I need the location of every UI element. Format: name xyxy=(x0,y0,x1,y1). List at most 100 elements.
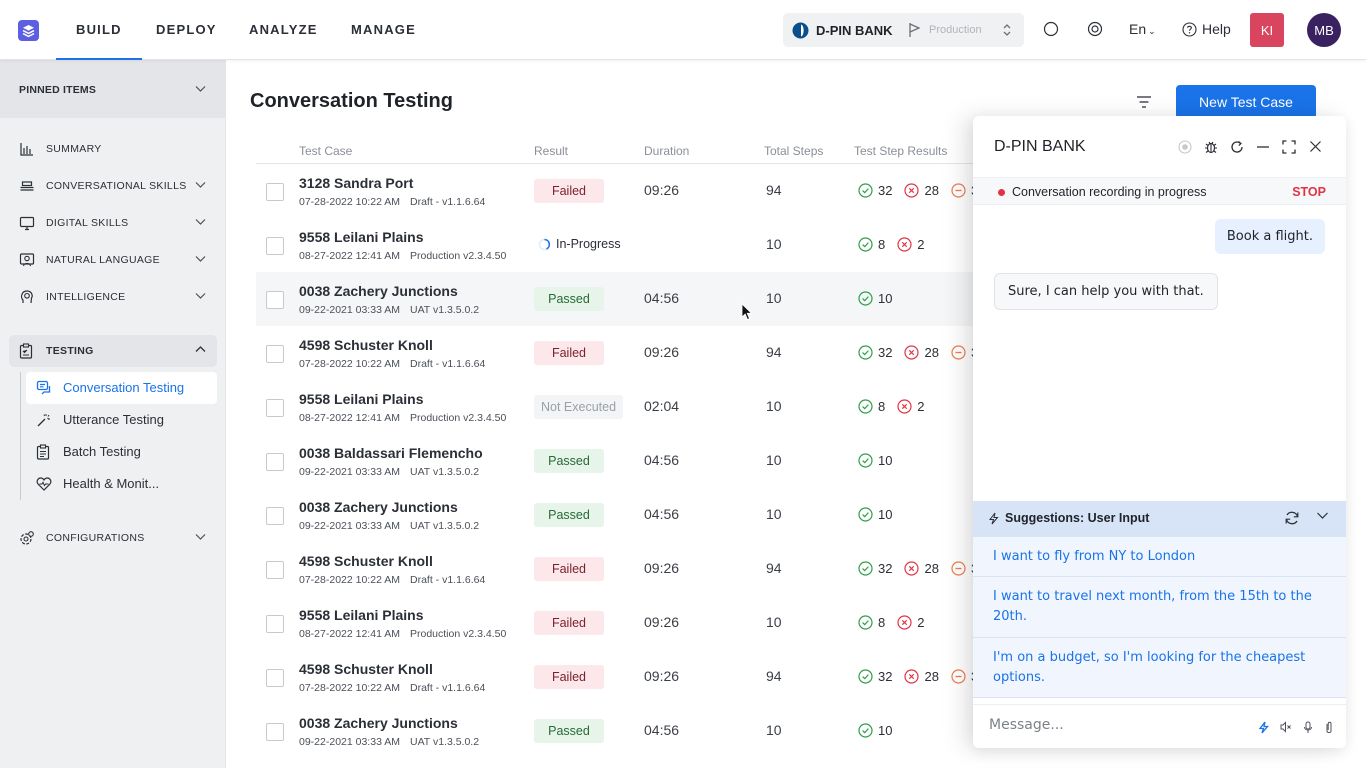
workspace-badge[interactable]: KI xyxy=(1250,13,1284,47)
test-case-name[interactable]: 0038 Zachery Junctions xyxy=(299,283,458,299)
attachment-icon[interactable] xyxy=(1325,721,1333,734)
sidebar-subitem-conversation-testing[interactable]: Conversation Testing xyxy=(26,372,217,404)
column-header-test-step-results[interactable]: Test Step Results xyxy=(854,144,947,158)
question-circle-icon xyxy=(1182,21,1197,37)
sidebar-subitem-health-monitoring[interactable]: Health & Monit... xyxy=(26,468,217,500)
suggestion-item[interactable]: I want to travel next month, from the 15… xyxy=(973,577,1346,638)
table-row[interactable]: 3128 Sandra Port 07-28-2022 10:22 AM Draft… xyxy=(256,164,978,218)
bot-switcher[interactable]: D-PIN BANK Production xyxy=(783,13,1024,47)
lightning-suggest-icon[interactable] xyxy=(1258,721,1269,734)
sidebar-item-conversational-skills[interactable]: CONVERSATIONAL SKILLS xyxy=(0,170,226,202)
row-checkbox[interactable] xyxy=(266,507,284,525)
row-checkbox[interactable] xyxy=(266,723,284,741)
test-case-name[interactable]: 9558 Leilani Plains xyxy=(299,391,424,407)
message-input[interactable] xyxy=(989,717,1239,733)
microphone-icon[interactable] xyxy=(1303,721,1313,734)
refresh-icon[interactable] xyxy=(1230,140,1244,154)
test-step-results: 32283 xyxy=(858,669,984,684)
test-case-date: 07-28-2022 10:22 AM xyxy=(299,358,400,370)
nav-tab-manage[interactable]: MANAGE xyxy=(351,0,416,60)
row-checkbox[interactable] xyxy=(266,669,284,687)
filter-icon[interactable] xyxy=(1136,95,1152,109)
test-case-name[interactable]: 0038 Zachery Junctions xyxy=(299,499,458,515)
refresh-suggestions-icon[interactable] xyxy=(1284,510,1300,526)
table-row[interactable]: 4598 Schuster Knoll 07-28-2022 10:22 AM Dr… xyxy=(256,542,978,596)
table-row[interactable]: 0038 Baldassari Flemencho 09-22-2021 03:3… xyxy=(256,434,976,488)
row-checkbox[interactable] xyxy=(266,291,284,309)
sidebar-item-summary[interactable]: SUMMARY xyxy=(0,133,226,165)
suggestion-item[interactable]: I'm on a budget, so I'm looking for the … xyxy=(973,638,1346,698)
test-case-date: 07-28-2022 10:22 AM xyxy=(299,574,400,586)
test-case-name[interactable]: 9558 Leilani Plains xyxy=(299,607,424,623)
user-avatar[interactable]: MB xyxy=(1307,13,1341,47)
sidebar-item-digital-skills[interactable]: DIGITAL SKILLS xyxy=(0,207,226,239)
nav-tab-deploy[interactable]: DEPLOY xyxy=(156,0,217,60)
chevron-down-icon xyxy=(195,86,206,92)
column-header-total-steps[interactable]: Total Steps xyxy=(764,144,823,158)
table-row[interactable]: 9558 Leilani Plains 08-27-2022 12:41 AM Pr… xyxy=(256,380,976,434)
test-case-name[interactable]: 4598 Schuster Knoll xyxy=(299,337,433,353)
column-header-result[interactable]: Result xyxy=(534,144,568,158)
test-case-name[interactable]: 3128 Sandra Port xyxy=(299,175,413,191)
duration: 02:04 xyxy=(644,398,680,414)
row-checkbox[interactable] xyxy=(266,561,284,579)
new-test-case-button[interactable]: New Test Case xyxy=(1176,85,1316,119)
row-checkbox[interactable] xyxy=(266,237,284,255)
speaker-mute-icon[interactable] xyxy=(1280,721,1292,733)
test-case-name[interactable]: 0038 Zachery Junctions xyxy=(299,715,458,731)
minimize-icon[interactable] xyxy=(1256,140,1270,154)
row-checkbox[interactable] xyxy=(266,453,284,471)
record-icon[interactable] xyxy=(1178,140,1192,154)
sidebar-item-natural-language[interactable]: NATURAL LANGUAGE xyxy=(0,244,226,276)
table-row[interactable]: 4598 Schuster Knoll 07-28-2022 10:22 AM Dr… xyxy=(256,650,978,704)
pinned-items-header[interactable]: PINNED ITEMS xyxy=(0,60,226,118)
status-circle-icon[interactable] xyxy=(1043,21,1059,37)
table-row[interactable]: 4598 Schuster Knoll 07-28-2022 10:22 AM Dr… xyxy=(256,326,978,380)
row-checkbox[interactable] xyxy=(266,615,284,633)
row-checkbox[interactable] xyxy=(266,345,284,363)
bot-logo-icon xyxy=(792,22,809,39)
test-case-name[interactable]: 4598 Schuster Knoll xyxy=(299,553,433,569)
test-case-name[interactable]: 4598 Schuster Knoll xyxy=(299,661,433,677)
result-badge: Passed xyxy=(534,449,604,473)
column-header-duration[interactable]: Duration xyxy=(644,144,689,158)
total-steps: 10 xyxy=(766,398,782,414)
debug-bug-icon[interactable] xyxy=(1204,140,1218,154)
table-row[interactable]: 0038 Zachery Junctions 09-22-2021 03:33 A… xyxy=(256,704,976,758)
test-case-meta: 07-28-2022 10:22 AM Draft - v1.1.6.64 xyxy=(299,682,485,694)
test-case-version: UAT v1.3.5.0.2 xyxy=(410,304,480,316)
passed-steps: 32 xyxy=(858,561,892,576)
nav-tab-analyze[interactable]: ANALYZE xyxy=(249,0,318,60)
sidebar-item-configurations[interactable]: CONFIGURATIONS xyxy=(0,522,226,554)
suggestions-header[interactable]: Suggestions: User Input xyxy=(973,501,1346,537)
chevron-down-icon[interactable] xyxy=(1316,511,1329,520)
fullscreen-icon[interactable] xyxy=(1282,140,1296,154)
test-case-name[interactable]: 9558 Leilani Plains xyxy=(299,229,424,245)
sidebar-subitem-batch-testing[interactable]: Batch Testing xyxy=(26,436,217,468)
suggestion-item[interactable]: I want to fly from NY to London xyxy=(973,537,1346,577)
stop-recording-button[interactable]: STOP xyxy=(1292,185,1326,199)
target-icon[interactable] xyxy=(1087,21,1103,37)
row-checkbox[interactable] xyxy=(266,399,284,417)
table-row[interactable]: 9558 Leilani Plains 08-27-2022 12:41 AM Pr… xyxy=(256,596,976,650)
test-step-results: 32283 xyxy=(858,345,984,360)
sidebar-subitem-utterance-testing[interactable]: Utterance Testing xyxy=(26,404,217,436)
test-case-name[interactable]: 0038 Baldassari Flemencho xyxy=(299,445,483,461)
row-checkbox[interactable] xyxy=(266,183,284,201)
sidebar-item-testing[interactable]: TESTING xyxy=(9,335,217,367)
help-button[interactable]: Help xyxy=(1182,21,1231,37)
up-down-chevron-icon xyxy=(1003,24,1011,36)
sidebar-item-intelligence[interactable]: INTELLIGENCE xyxy=(0,281,226,313)
clipboard-check-icon xyxy=(19,343,33,359)
table-row[interactable]: 9558 Leilani Plains 08-27-2022 12:41 AM Pr… xyxy=(256,218,976,272)
flag-icon xyxy=(909,23,920,37)
table-row[interactable]: 0038 Zachery Junctions 09-22-2021 03:33 A… xyxy=(256,272,976,326)
column-header-test-case[interactable]: Test Case xyxy=(299,144,352,158)
table-row[interactable]: 0038 Zachery Junctions 09-22-2021 03:33 A… xyxy=(256,488,976,542)
result-badge: Passed xyxy=(534,719,604,743)
nav-tab-build[interactable]: BUILD xyxy=(56,0,142,60)
close-icon[interactable] xyxy=(1309,140,1322,153)
app-logo[interactable] xyxy=(18,20,39,41)
total-steps: 94 xyxy=(766,668,782,684)
language-selector[interactable]: En ⌄ xyxy=(1129,21,1156,37)
